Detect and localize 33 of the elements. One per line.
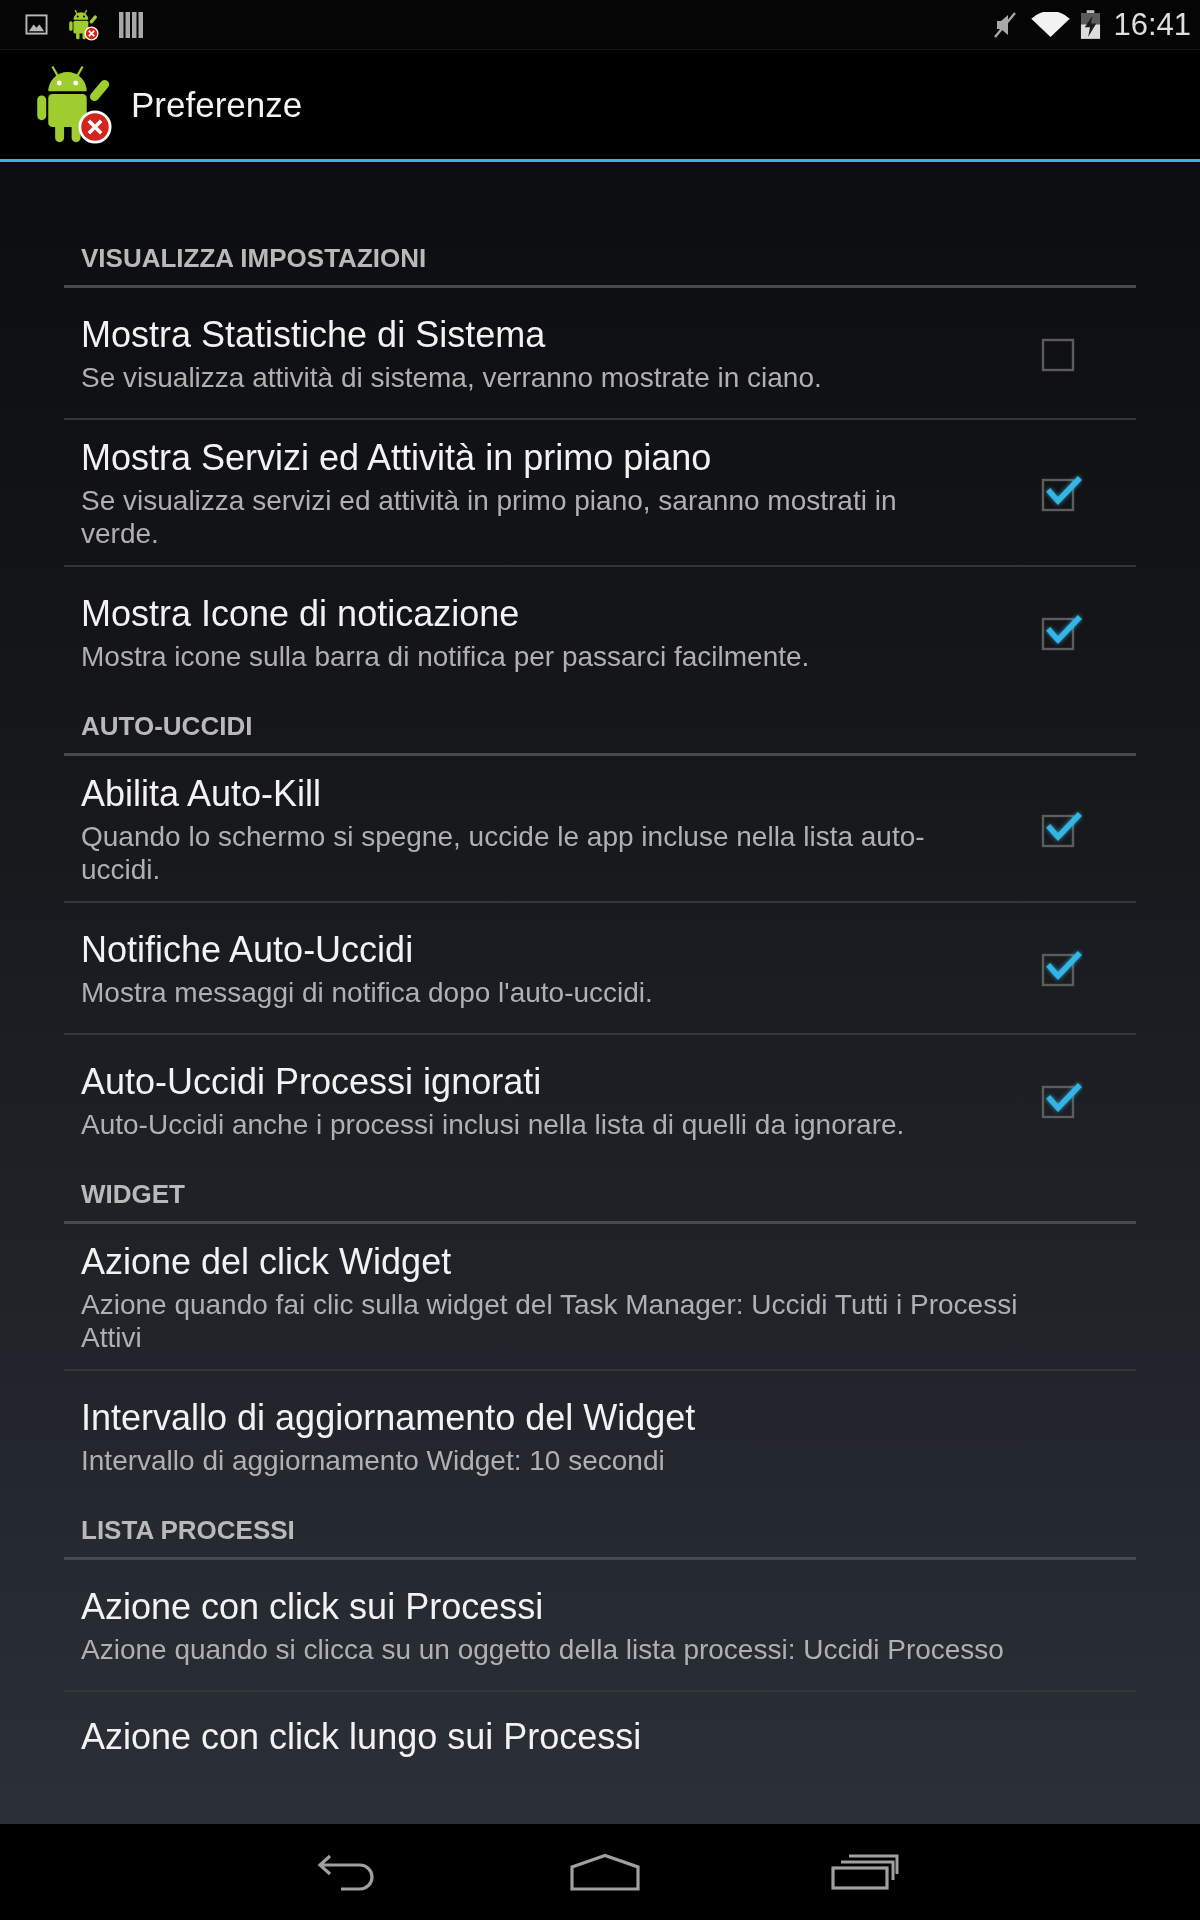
screen-title: Preferenze: [131, 83, 303, 126]
section-header: AUTO-UCCIDI: [81, 710, 253, 742]
robot-icon: [66, 7, 100, 42]
section-header: WIDGET: [81, 1178, 185, 1210]
home-icon[interactable]: [569, 1853, 641, 1891]
preference-title[interactable]: Azione con click sui Processi: [81, 1584, 544, 1630]
picture-icon: [25, 13, 48, 36]
preference-title[interactable]: Auto-Uccidi Processi ignorati: [81, 1059, 542, 1105]
preference-summary: Azione quando si clicca su un oggetto della lista processi: Uccidi Processo: [81, 1633, 1004, 1666]
recents-icon[interactable]: [831, 1854, 899, 1890]
preference-title[interactable]: Azione con click lungo sui Processi: [81, 1714, 642, 1760]
preference-title[interactable]: Mostra Servizi ed Attività in primo piano: [81, 435, 712, 481]
preference-title[interactable]: Azione del click Widget: [81, 1239, 452, 1285]
clock: 16:41: [1113, 6, 1191, 43]
preference-title[interactable]: Intervallo di aggiornamento del Widget: [81, 1395, 696, 1441]
preference-summary: Quando lo schermo si spegne, uccide le app incluse nella lista auto-uccidi.: [81, 820, 926, 886]
preference-summary: Azione quando fai clic sulla widget del Task Manager: Uccidi Tutti i Processi Attivi: [81, 1288, 1019, 1354]
preference-summary: Mostra messaggi di notifica dopo l'auto-uccidi.: [81, 976, 653, 1009]
section-header: LISTA PROCESSI: [81, 1514, 295, 1546]
preference-summary: Mostra icone sulla barra di notifica per passarci facilmente.: [81, 640, 810, 673]
section-header: VISUALIZZA IMPOSTAZIONI: [81, 242, 427, 274]
preference-title[interactable]: Notifiche Auto-Uccidi: [81, 927, 414, 973]
preference-title[interactable]: Mostra Statistiche di Sistema: [81, 312, 546, 358]
preference-title[interactable]: Mostra Icone di noticazione: [81, 591, 520, 637]
preference-title[interactable]: Abilita Auto-Kill: [81, 771, 322, 817]
wifi-icon: [1031, 12, 1071, 37]
preference-summary: Intervallo di aggiornamento Widget: 10 secondi: [81, 1444, 665, 1477]
battery-charging-icon: [1080, 10, 1102, 39]
bars-icon: [119, 11, 143, 38]
preference-summary: Se visualizza attività di sistema, verranno mostrate in ciano.: [81, 361, 822, 394]
mute-icon: [992, 11, 1019, 38]
preference-summary: Se visualizza servizi ed attività in primo piano, saranno mostrati in verde.: [81, 484, 898, 550]
preference-summary: Auto-Uccidi anche i processi inclusi nella lista di quelli da ignorare.: [81, 1108, 905, 1141]
